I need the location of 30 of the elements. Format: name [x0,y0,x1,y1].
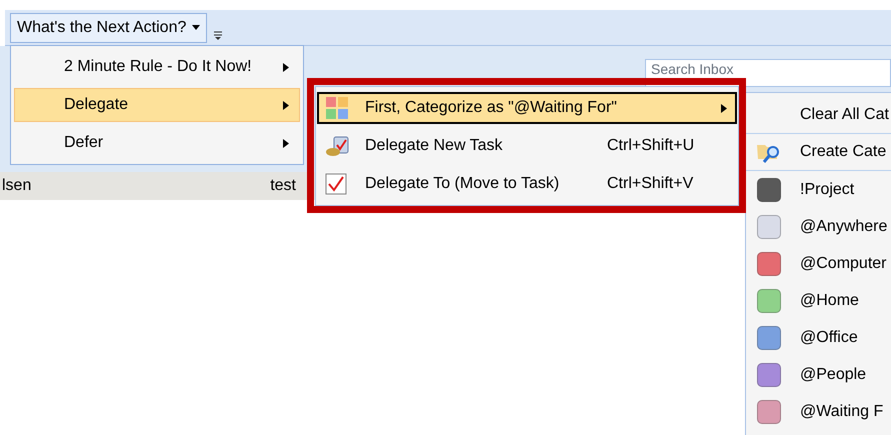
menu-item[interactable]: Delegate New Task Ctrl+Shift+U [317,130,737,162]
menu-item[interactable]: @People [800,362,866,386]
dropdown-caret-icon [192,25,200,30]
submenu-arrow-icon [283,100,289,110]
next-action-menu-button[interactable]: What's the Next Action? [10,12,208,42]
shortcut-text: Ctrl+Shift+V [607,174,694,194]
message-row[interactable]: lsen test [0,172,316,200]
submenu-arrow-icon [283,138,289,148]
menu-item[interactable]: First, Categorize as "@Waiting For" [317,92,737,124]
menu-item[interactable]: Clear All Cat [800,103,889,127]
clipboard-hand-icon [325,135,351,157]
menu-item[interactable]: Defer [14,126,300,160]
table-cell-text: lsen [2,176,32,196]
table-cell-text: test [270,176,296,196]
menu-item[interactable]: @Office [800,326,858,350]
menu-item[interactable]: @Anywhere [800,214,888,238]
submenu-arrow-icon [283,62,289,72]
menu-item[interactable]: @Home [800,288,859,312]
overflow-icon[interactable] [213,28,224,40]
menu-item[interactable]: Delegate To (Move to Task) Ctrl+Shift+V [317,168,737,200]
menu-item[interactable]: @Computer [800,252,886,276]
menu-item[interactable]: 2 Minute Rule - Do It Now! [14,50,300,84]
color-grid-icon [325,96,349,120]
submenu-arrow-icon [721,104,727,112]
menu-item[interactable]: !Project [800,178,854,202]
checkbox-checked-icon [325,173,347,195]
menu-item[interactable]: Create Cate [800,140,886,164]
shortcut-text: Ctrl+Shift+U [607,136,696,156]
menu-item[interactable]: @Waiting F [800,400,884,424]
menu-item[interactable]: Delegate [14,88,300,122]
